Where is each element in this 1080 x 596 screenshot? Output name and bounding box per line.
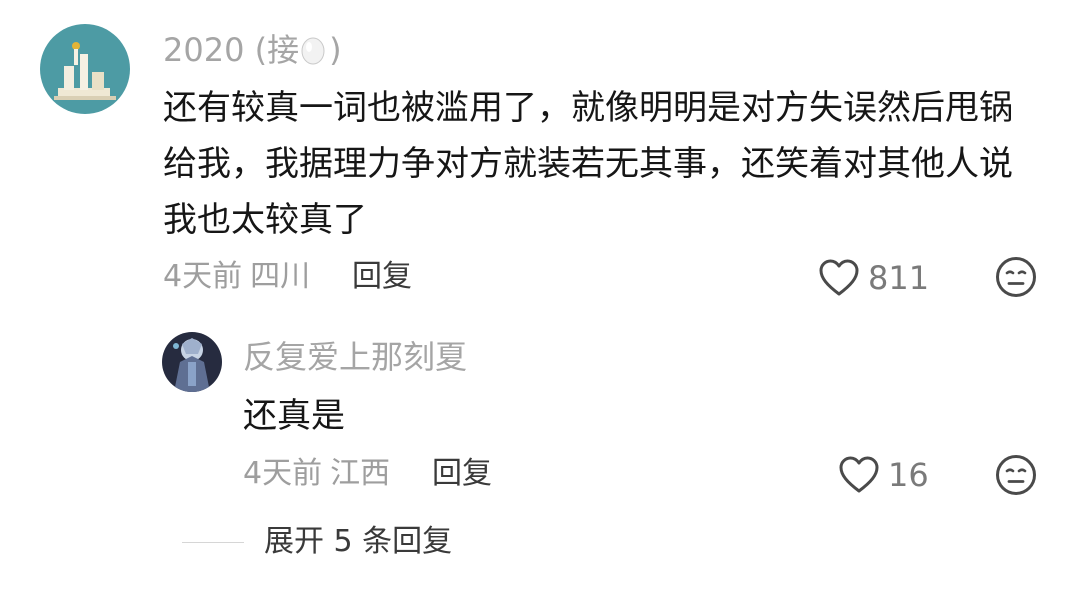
comment-author-suffix: ) xyxy=(329,31,342,69)
comment-author[interactable]: 2020 (接) xyxy=(163,30,342,70)
meh-face-icon xyxy=(996,257,1036,297)
reply-time: 4天前 xyxy=(243,456,323,491)
expand-replies-button[interactable]: 展开 5 条回复 xyxy=(182,522,452,562)
reply-reply-button[interactable]: 回复 xyxy=(432,456,492,492)
comment-content-line: 给我，我据理力争对方就装若无其事，还笑着对其他人说 xyxy=(163,144,1013,184)
comment-location: 四川 xyxy=(250,259,311,294)
comment-dislike-button[interactable] xyxy=(995,256,1037,298)
comment-time: 4天前 xyxy=(163,259,243,294)
heart-icon xyxy=(839,456,879,493)
comment-like-button[interactable]: 811 xyxy=(818,258,929,298)
reply-content-line: 还真是 xyxy=(243,396,345,436)
reply-author[interactable]: 反复爱上那刻夏 xyxy=(243,337,467,377)
reply-dislike-button[interactable] xyxy=(995,454,1037,496)
avatar[interactable] xyxy=(40,24,130,114)
comment-content-line: 我也太较真了 xyxy=(163,200,367,240)
comment-content-line: 还有较真一词也被滥用了，就像明明是对方失误然后甩锅 xyxy=(163,88,1013,128)
reply-meta: 4天前 江西 xyxy=(243,456,390,492)
comment-author-prefix: 2020 (接 xyxy=(163,31,300,69)
meh-face-icon xyxy=(996,455,1036,495)
reply-like-count: 16 xyxy=(888,456,929,494)
reply-location: 江西 xyxy=(330,456,391,491)
reply-avatar-image xyxy=(162,332,222,392)
reply-avatar[interactable] xyxy=(162,332,222,392)
comment-content: 还有较真一词也被滥用了，就像明明是对方失误然后甩锅 给我，我据理力争对方就装若无… xyxy=(163,80,1013,248)
egg-icon xyxy=(301,34,325,65)
comment-like-count: 811 xyxy=(868,259,930,297)
comment-meta: 4天前 四川 xyxy=(163,259,310,295)
reply-content: 还真是 xyxy=(243,388,345,444)
reply-like-button[interactable]: 16 xyxy=(838,455,929,495)
expand-divider xyxy=(182,541,244,543)
avatar-image xyxy=(40,24,130,114)
expand-replies-label: 展开 5 条回复 xyxy=(264,524,453,559)
comment-reply-button[interactable]: 回复 xyxy=(352,259,412,295)
heart-icon xyxy=(819,259,859,296)
